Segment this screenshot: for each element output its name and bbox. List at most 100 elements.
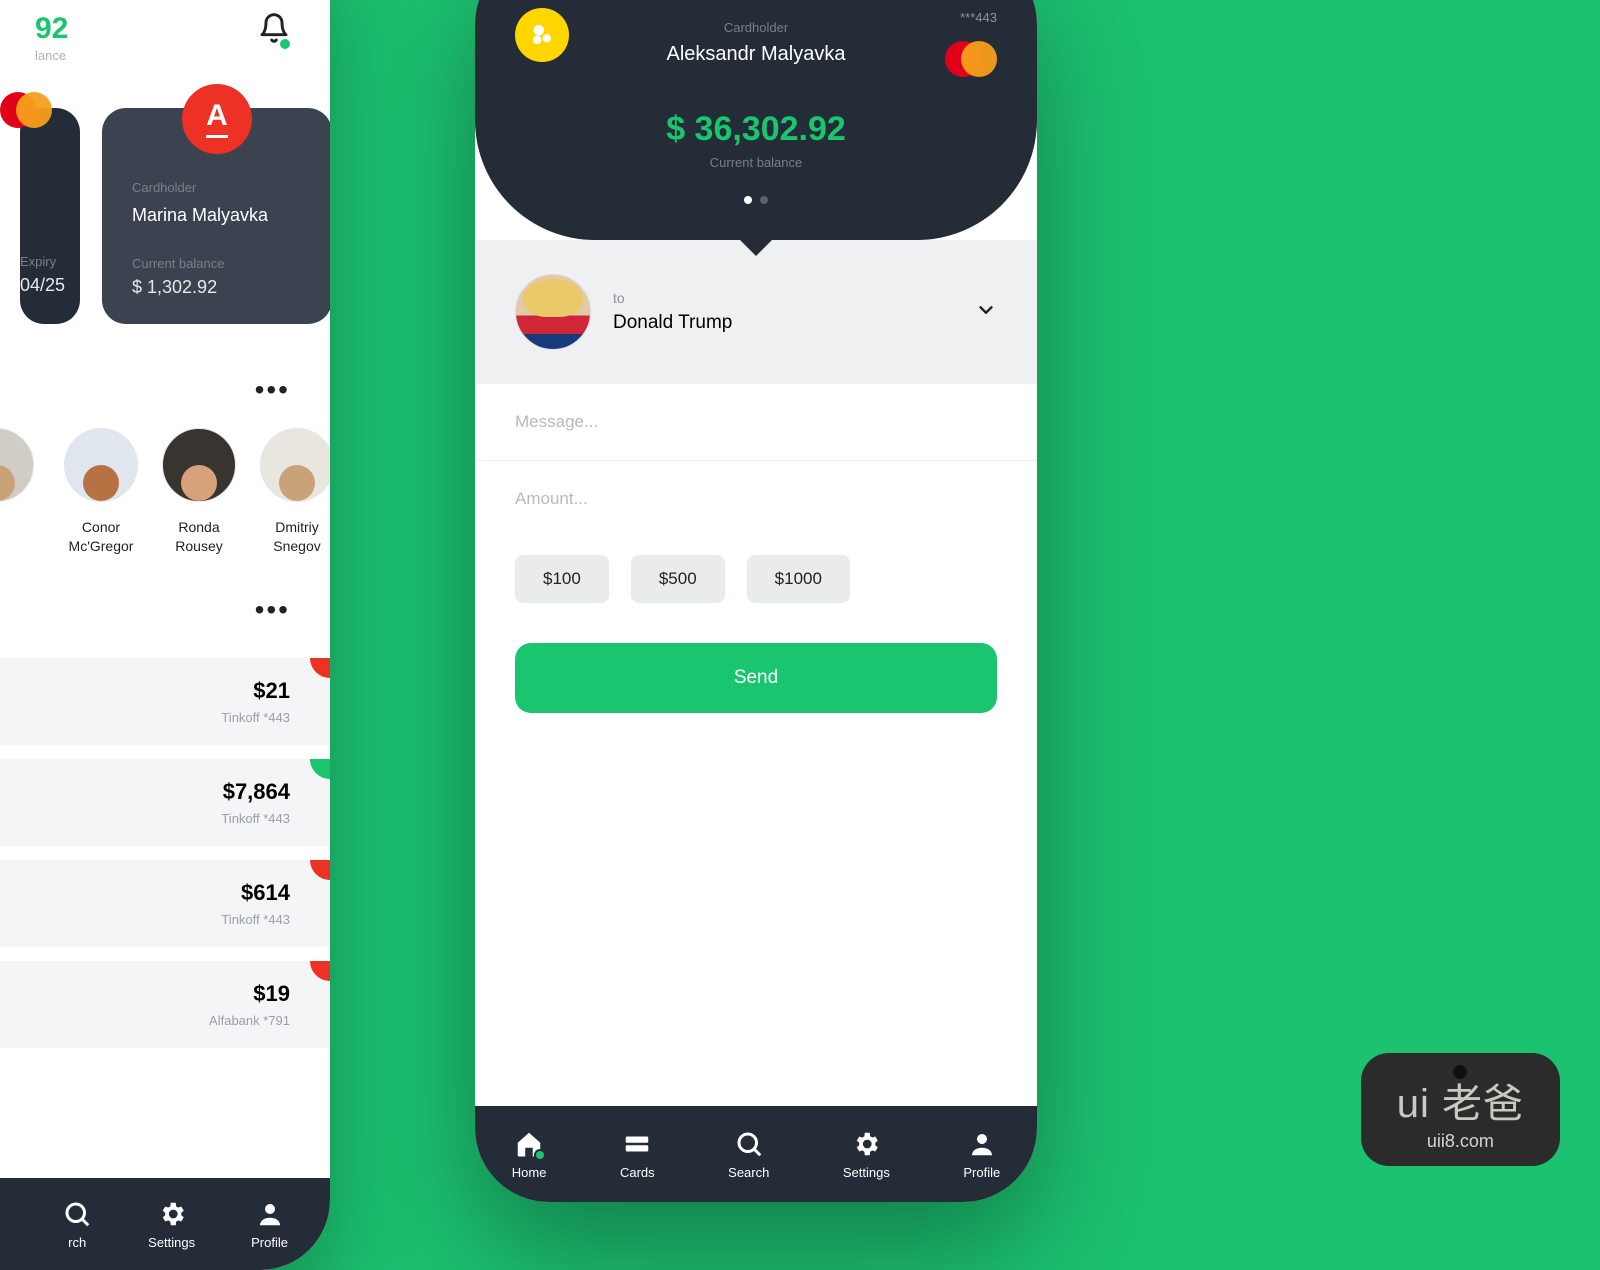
avatar xyxy=(64,428,138,502)
transaction-amount: $19 xyxy=(209,981,290,1007)
contact-name: ConorMc'Gregor xyxy=(64,518,138,556)
message-field[interactable] xyxy=(475,384,1037,461)
alfabank-icon: A xyxy=(182,84,252,154)
status-corner xyxy=(290,860,330,900)
amount-chip-100[interactable]: $100 xyxy=(515,555,609,603)
transaction-account: Tinkoff *443 xyxy=(221,912,290,927)
status-corner xyxy=(290,961,330,1001)
contact-item[interactable] xyxy=(0,428,40,556)
amount-chip-1000[interactable]: $1000 xyxy=(747,555,850,603)
card-tinkoff[interactable]: Expiry 04/25 xyxy=(20,108,80,324)
cards-carousel[interactable]: Expiry 04/25 A Cardholder Marina Malyavk… xyxy=(0,63,330,324)
person-icon xyxy=(255,1199,285,1229)
watermark-url: uii8.com xyxy=(1397,1131,1524,1152)
transaction-amount: $21 xyxy=(221,678,290,704)
nav-settings[interactable]: Settings xyxy=(148,1199,195,1250)
contact-item[interactable]: ConorMc'Gregor xyxy=(64,428,138,556)
chevron-down-icon xyxy=(975,299,997,326)
nav-home[interactable]: Home xyxy=(512,1129,547,1180)
contacts-row[interactable]: ConorMc'Gregor RondaRousey DmitriySnegov xyxy=(0,406,330,556)
cardholder-label: Cardholder xyxy=(515,20,997,35)
nav-profile[interactable]: Profile xyxy=(963,1129,1000,1180)
nav-cards[interactable]: Cards xyxy=(620,1129,655,1180)
nav-label: Profile xyxy=(251,1235,288,1250)
cardholder-name: Marina Malyavka xyxy=(132,205,302,226)
watermark-logo: ui 老爸 xyxy=(1397,1071,1524,1129)
recipient-selector[interactable]: to Donald Trump xyxy=(475,240,1037,384)
transaction-account: Tinkoff *443 xyxy=(221,710,290,725)
nav-label: Search xyxy=(728,1165,769,1180)
send-button[interactable]: Send xyxy=(515,643,997,713)
more-icon[interactable]: ••• xyxy=(255,374,290,406)
nav-settings[interactable]: Settings xyxy=(843,1129,890,1180)
recipient-label: to xyxy=(613,290,953,306)
balance-label: Current balance xyxy=(515,155,997,170)
cards-icon xyxy=(622,1129,652,1159)
nav-search[interactable]: rch xyxy=(62,1199,92,1250)
nav-search[interactable]: Search xyxy=(728,1129,769,1180)
bottom-nav: rch Settings Profile xyxy=(0,1178,330,1270)
card-pager[interactable] xyxy=(515,196,997,204)
status-corner xyxy=(290,658,330,698)
balance-label-partial: lance xyxy=(35,48,68,63)
transaction-row[interactable]: $614 Tinkoff *443 xyxy=(0,860,330,947)
nav-label: rch xyxy=(62,1235,92,1250)
active-dot xyxy=(534,1149,546,1161)
mastercard-icon xyxy=(0,84,52,136)
balance-snippet: 92 lance xyxy=(35,12,68,63)
send-screen: ***443 Cardholder Aleksandr Malyavka $ 3… xyxy=(475,0,1037,1202)
camera-dot xyxy=(1453,1065,1467,1079)
transaction-account: Tinkoff *443 xyxy=(221,811,290,826)
card-number-masked: ***443 xyxy=(945,10,997,25)
notifications-button[interactable] xyxy=(258,12,290,49)
contact-item[interactable]: DmitriySnegov xyxy=(260,428,330,556)
nav-label: Profile xyxy=(963,1165,1000,1180)
gear-icon xyxy=(157,1199,187,1229)
message-input[interactable] xyxy=(515,412,997,432)
gear-icon xyxy=(851,1129,881,1159)
search-icon xyxy=(734,1129,764,1159)
bottom-nav: Home Cards Search Settings Profile xyxy=(475,1106,1037,1202)
cardholder-name: Aleksandr Malyavka xyxy=(515,43,997,66)
nav-label: Cards xyxy=(620,1165,655,1180)
transactions-header: ••• xyxy=(0,556,330,626)
nav-label: Settings xyxy=(843,1165,890,1180)
nav-label: Home xyxy=(512,1165,547,1180)
expiry-label: Expiry xyxy=(20,254,50,269)
status-row: 92 lance xyxy=(0,0,330,63)
balance-value: $ 1,302.92 xyxy=(132,277,302,298)
recipient-name: Donald Trump xyxy=(613,312,953,334)
transaction-row[interactable]: $7,864 Tinkoff *443 xyxy=(0,759,330,846)
contact-name: RondaRousey xyxy=(162,518,236,556)
amount-chip-500[interactable]: $500 xyxy=(631,555,725,603)
search-icon xyxy=(62,1199,92,1229)
amount-chips: $100 $500 $1000 xyxy=(475,537,1037,603)
transaction-account: Alfabank *791 xyxy=(209,1013,290,1028)
nav-profile[interactable]: Profile xyxy=(251,1199,288,1250)
amount-input[interactable] xyxy=(515,489,997,509)
home-icon xyxy=(514,1129,544,1159)
cardholder-label: Cardholder xyxy=(132,180,302,195)
card-header: ***443 Cardholder Aleksandr Malyavka $ 3… xyxy=(475,0,1037,240)
avatar xyxy=(260,428,330,502)
status-corner xyxy=(290,759,330,799)
contacts-header: ••• xyxy=(0,324,330,406)
contact-item[interactable]: RondaRousey xyxy=(162,428,236,556)
transaction-amount: $7,864 xyxy=(221,779,290,805)
balance-value: $ 36,302.92 xyxy=(515,110,997,149)
avatar xyxy=(0,428,34,502)
transaction-row[interactable]: $21 Tinkoff *443 xyxy=(0,658,330,745)
card-brand: ***443 xyxy=(945,10,997,85)
nav-label: Settings xyxy=(148,1235,195,1250)
avatar xyxy=(162,428,236,502)
transaction-row[interactable]: $19 Alfabank *791 xyxy=(0,961,330,1048)
watermark: ui 老爸 uii8.com xyxy=(1361,1053,1560,1166)
transaction-amount: $614 xyxy=(221,880,290,906)
person-icon xyxy=(967,1129,997,1159)
card-alfabank[interactable]: A Cardholder Marina Malyavka Current bal… xyxy=(102,108,330,324)
amount-field[interactable] xyxy=(475,461,1037,537)
more-icon[interactable]: ••• xyxy=(255,594,290,626)
transactions-list: $21 Tinkoff *443 $7,864 Tinkoff *443 $61… xyxy=(0,626,330,1048)
expiry-value: 04/25 xyxy=(20,275,50,296)
avatar[interactable] xyxy=(515,8,569,62)
